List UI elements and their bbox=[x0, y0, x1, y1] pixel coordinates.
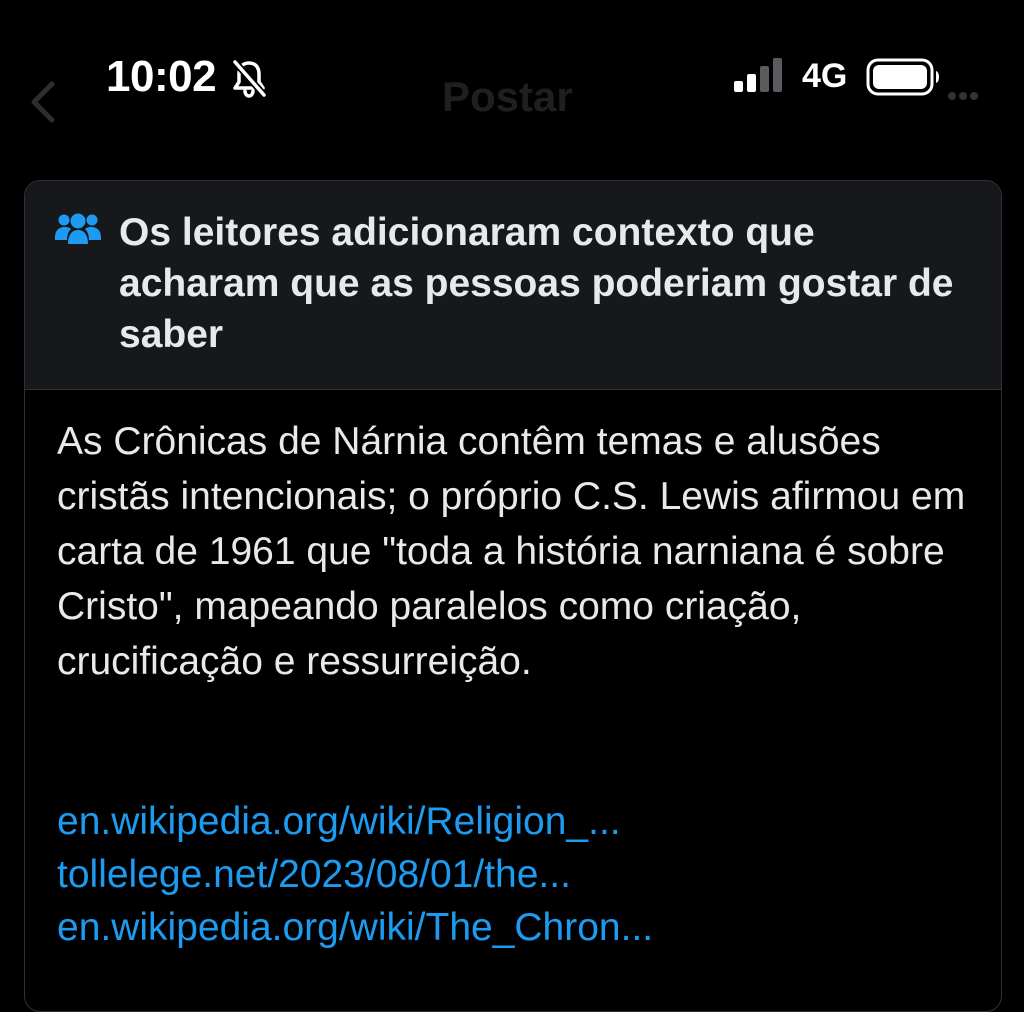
status-bar: 10:02 4G Postar bbox=[0, 0, 1024, 150]
battery-icon bbox=[866, 58, 939, 96]
community-note-sources: en.wikipedia.org/wiki/Religion_... tolle… bbox=[57, 795, 987, 954]
community-note-body: As Crônicas de Nárnia contêm temas e alu… bbox=[57, 420, 966, 683]
status-time: 10:02 bbox=[106, 52, 217, 101]
back-chevron-icon[interactable] bbox=[28, 80, 58, 124]
community-note-header: Os leitores adicionaram contexto que ach… bbox=[25, 181, 1001, 390]
network-type-label: 4G bbox=[802, 57, 848, 95]
source-link-tollelege[interactable]: tollelege.net/2023/08/01/the... bbox=[57, 848, 987, 901]
community-note-title: Os leitores adicionaram contexto que ach… bbox=[119, 211, 954, 356]
community-people-icon bbox=[55, 213, 101, 244]
cellular-signal-icon bbox=[734, 58, 782, 92]
page-title: Postar bbox=[442, 73, 573, 120]
community-note-card: Os leitores adicionaram contexto que ach… bbox=[24, 180, 1002, 1012]
source-link-wikipedia-religion[interactable]: en.wikipedia.org/wiki/Religion_... bbox=[57, 795, 987, 848]
more-options-icon[interactable] bbox=[948, 86, 978, 106]
bell-slash-icon bbox=[232, 59, 267, 98]
source-link-wikipedia-chronicles[interactable]: en.wikipedia.org/wiki/The_Chron... bbox=[57, 901, 987, 954]
